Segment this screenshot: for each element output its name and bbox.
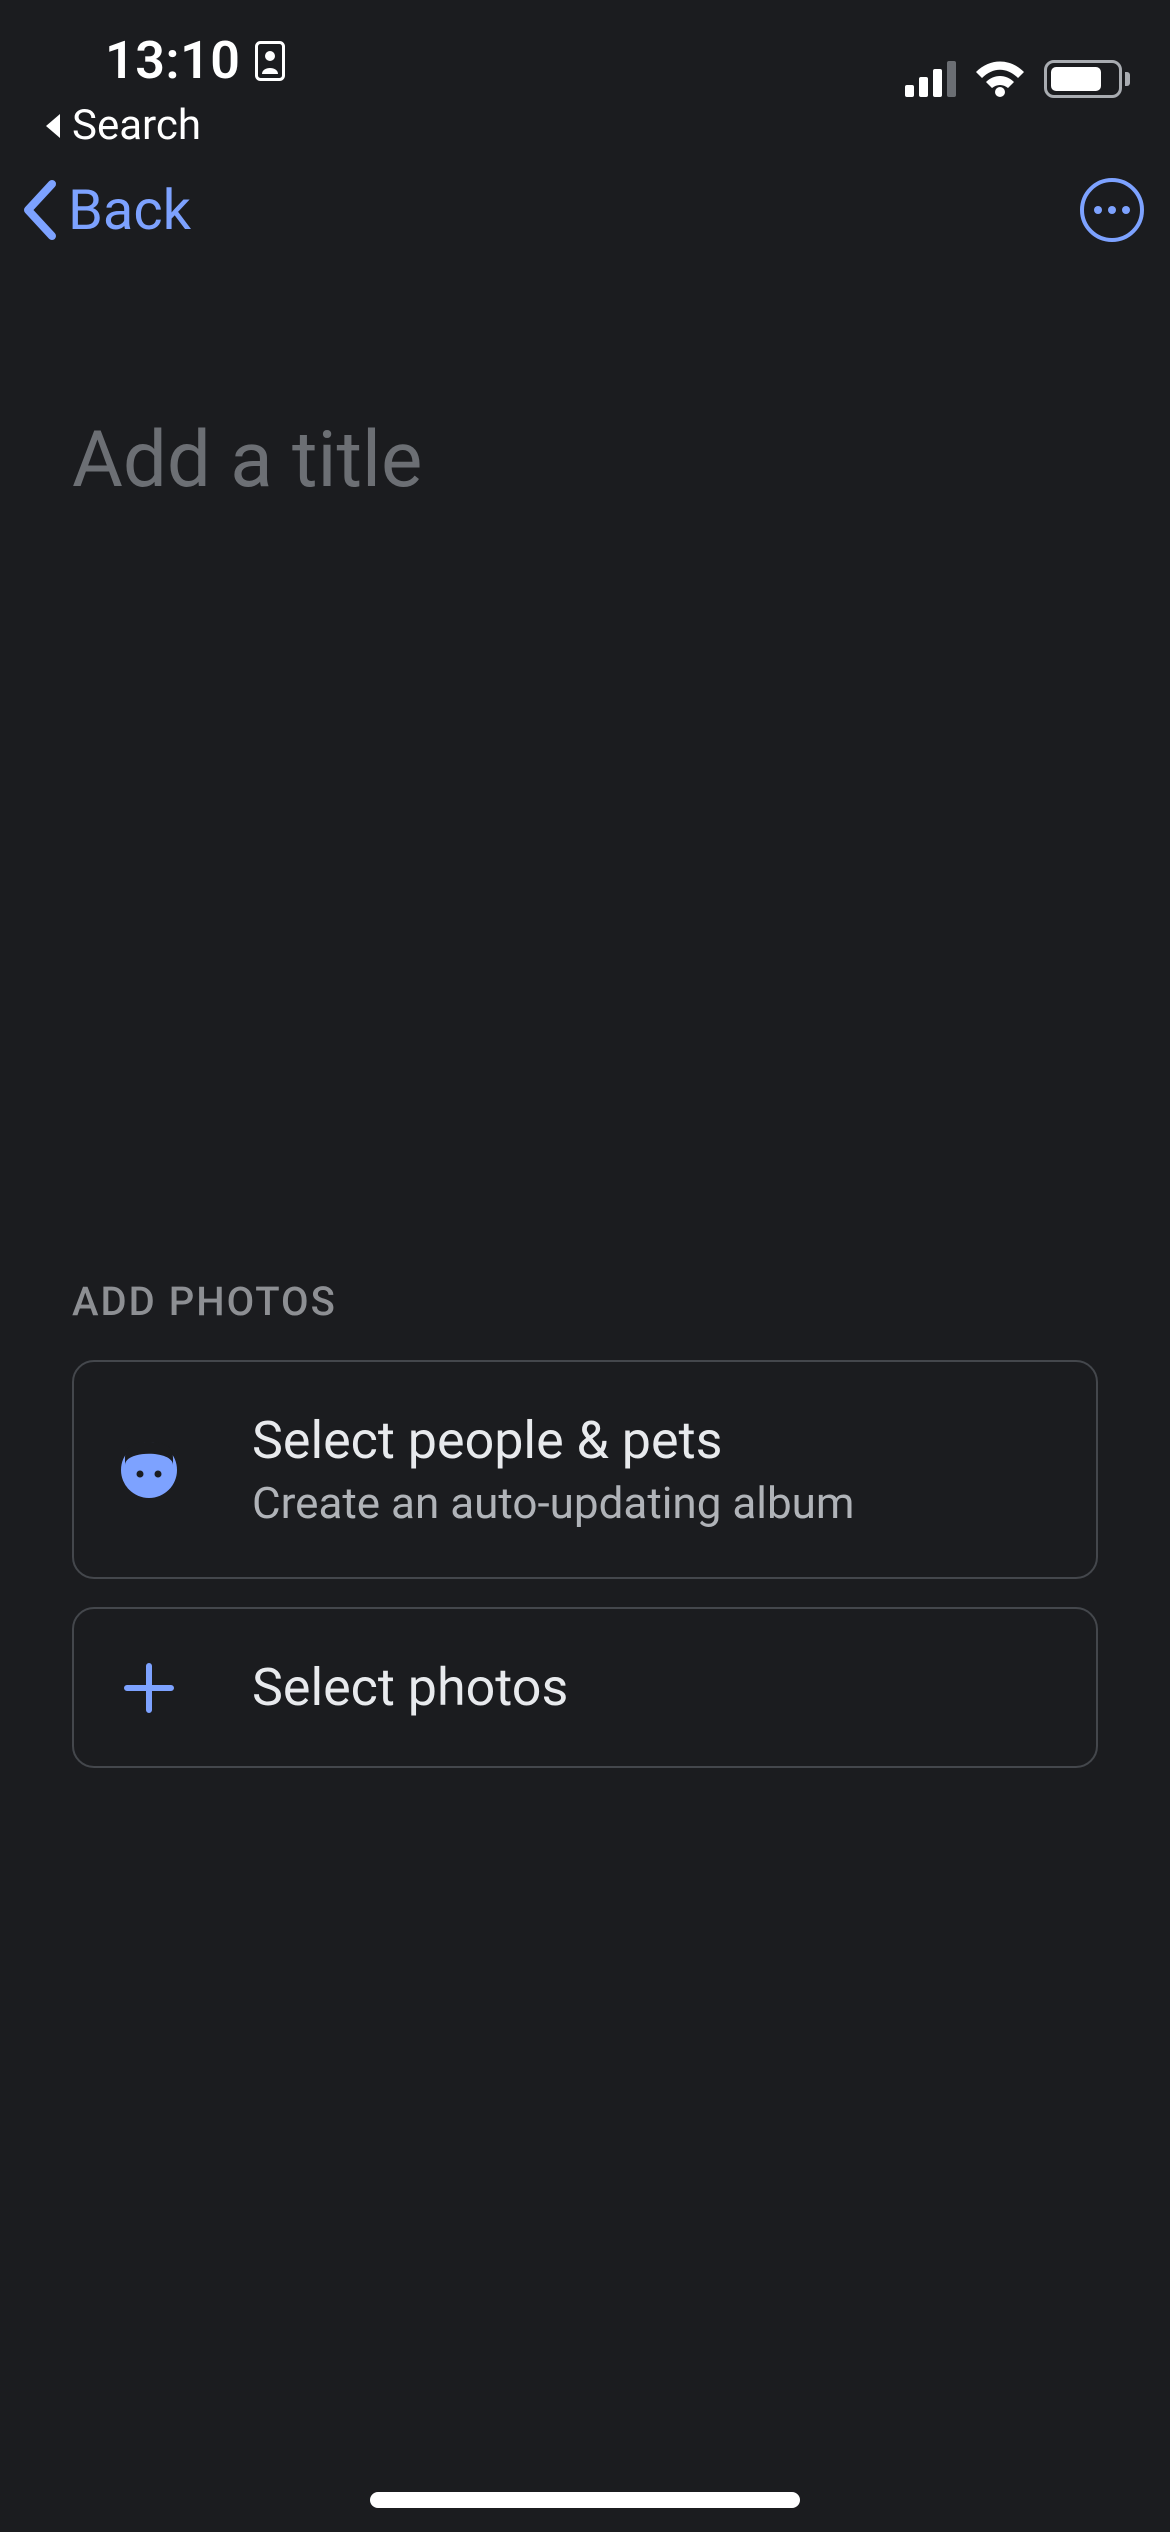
battery-icon — [1044, 60, 1130, 98]
title-input[interactable] — [72, 415, 1098, 506]
id-card-icon — [255, 41, 285, 81]
section-header-add-photos: ADD PHOTOS — [72, 1278, 337, 1325]
status-left: 13:10 Search — [40, 30, 285, 150]
dot-icon — [1122, 206, 1130, 214]
breadcrumb-back[interactable]: Search — [40, 101, 285, 150]
status-time: 13:10 — [105, 30, 241, 91]
dot-icon — [1108, 206, 1116, 214]
breadcrumb-label: Search — [72, 101, 201, 150]
option-subtitle: Create an auto-updating album — [252, 1477, 855, 1529]
triangle-left-icon — [42, 112, 64, 140]
option-list: Select people & pets Create an auto-upda… — [72, 1360, 1098, 1768]
chevron-left-icon — [18, 178, 62, 242]
status-right — [905, 30, 1130, 98]
cellular-icon — [905, 61, 956, 97]
plus-icon — [114, 1660, 184, 1716]
dot-icon — [1094, 206, 1102, 214]
back-button-label: Back — [68, 177, 191, 243]
option-select-people-pets[interactable]: Select people & pets Create an auto-upda… — [72, 1360, 1098, 1579]
status-time-row: 13:10 — [40, 30, 285, 91]
nav-bar: Back — [0, 160, 1170, 260]
option-text: Select photos — [252, 1657, 568, 1718]
face-icon — [114, 1440, 184, 1500]
home-indicator[interactable] — [370, 2492, 800, 2508]
option-title: Select photos — [252, 1657, 568, 1718]
title-area — [72, 415, 1098, 506]
more-button[interactable] — [1080, 178, 1144, 242]
back-button[interactable]: Back — [18, 177, 191, 243]
option-title: Select people & pets — [252, 1410, 855, 1471]
status-bar: 13:10 Search — [0, 0, 1170, 150]
option-text: Select people & pets Create an auto-upda… — [252, 1410, 855, 1529]
wifi-icon — [974, 60, 1026, 98]
option-select-photos[interactable]: Select photos — [72, 1607, 1098, 1768]
